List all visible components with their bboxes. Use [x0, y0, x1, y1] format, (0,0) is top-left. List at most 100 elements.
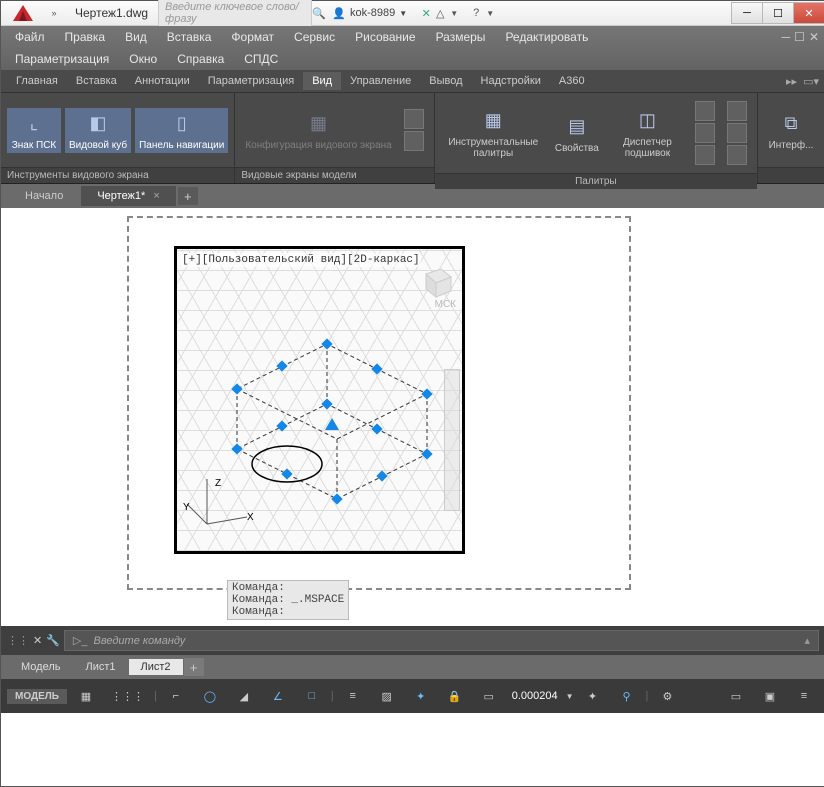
palette-icon[interactable]	[695, 123, 715, 143]
viewport-config-button[interactable]: ▦Конфигурация видового экрана	[241, 108, 395, 153]
otrack-icon[interactable]: □	[297, 684, 327, 708]
qat: »	[45, 4, 63, 22]
sheetset-button[interactable]: ◫Диспетчер подшивок	[608, 105, 687, 161]
ortho-icon[interactable]: ⌐	[161, 684, 191, 708]
rtab-annotate[interactable]: Аннотации	[126, 72, 199, 90]
maximize-button[interactable]: ☐	[762, 2, 794, 24]
close-icon[interactable]: ×	[153, 190, 159, 202]
menu-dimensions[interactable]: Размеры	[426, 26, 496, 48]
palette-icon[interactable]	[727, 101, 747, 121]
menu-draw[interactable]: Рисование	[345, 26, 425, 48]
snap-icon[interactable]: ⋮⋮⋮	[105, 684, 150, 708]
annoscale-icon[interactable]: ⚲	[612, 684, 642, 708]
user-area[interactable]: 👤 kok-8989 ▼	[332, 6, 407, 20]
ribbon: Главная Вставка Аннотации Параметризация…	[1, 70, 824, 184]
workspace-icon[interactable]: ⚙	[652, 684, 682, 708]
layout-tab-sheet1[interactable]: Лист1	[73, 659, 127, 675]
new-drawing-button[interactable]: +	[178, 187, 198, 205]
rtab-overflow-icon[interactable]: ▸▸	[786, 75, 797, 88]
new-layout-button[interactable]: +	[184, 658, 204, 676]
menu-view[interactable]: Вид	[115, 26, 157, 48]
isodraft-icon[interactable]: ◢	[229, 684, 259, 708]
mdi-restore-icon[interactable]: ☐	[794, 30, 805, 44]
layout-tab-sheet2[interactable]: Лист2	[129, 659, 183, 675]
move-gizmo-icon[interactable]	[325, 418, 339, 430]
lock-icon[interactable]: 🔒	[440, 684, 470, 708]
scale-icon[interactable]: ▭	[474, 684, 504, 708]
rtab-parametric[interactable]: Параметризация	[199, 72, 303, 90]
rtab-view[interactable]: Вид	[303, 72, 341, 90]
doctab-start[interactable]: Начало	[9, 186, 79, 206]
cmd-grip-icon[interactable]: ⋮⋮	[7, 634, 29, 647]
monitor-icon[interactable]: ▭	[721, 684, 751, 708]
panel-label[interactable]: Инструменты видового экрана	[1, 167, 234, 183]
model-space-toggle[interactable]: МОДЕЛЬ	[7, 689, 67, 704]
restore-viewport-icon[interactable]	[404, 131, 424, 151]
rtab-addins[interactable]: Надстройки	[472, 72, 550, 90]
search-input[interactable]: Введите ключевое слово/фразу	[158, 0, 312, 28]
menu-spds[interactable]: СПДС	[234, 48, 288, 70]
tool-palettes-button[interactable]: ▦Инструментальные палитры	[441, 105, 546, 161]
cloud-icon[interactable]: △	[433, 6, 447, 20]
minimize-button[interactable]: ─	[731, 2, 763, 24]
osnap-icon[interactable]: ∠	[263, 684, 293, 708]
palette-icon[interactable]	[727, 123, 747, 143]
menu-help[interactable]: Справка	[167, 48, 234, 70]
panel-label[interactable]	[758, 167, 824, 183]
menu-parametric[interactable]: Параметризация	[5, 48, 119, 70]
properties-button[interactable]: ▤Свойства	[550, 111, 604, 156]
palette-icon[interactable]	[695, 145, 715, 165]
ucs-icon-button[interactable]: ⌞Знак ПСК	[7, 108, 61, 153]
menu-format[interactable]: Формат	[221, 26, 284, 48]
cmd-recent-icon[interactable]: ▴	[804, 634, 810, 647]
nav-bar-button[interactable]: ▯Панель навигации	[135, 108, 228, 153]
nav-bar[interactable]	[444, 369, 460, 511]
annotation-icon[interactable]: ✦	[578, 684, 608, 708]
view-cube-button[interactable]: ◧Видовой куб	[65, 108, 131, 153]
transparency-icon[interactable]: ▨	[372, 684, 402, 708]
cmd-tools-icon[interactable]: 🔧	[46, 634, 60, 647]
dropdown-icon[interactable]: ▼	[566, 692, 574, 701]
menu-modify[interactable]: Редактировать	[495, 26, 598, 48]
exchange-icon[interactable]: ✕	[419, 6, 433, 20]
close-button[interactable]: ✕	[793, 2, 824, 24]
drawing-area[interactable]: [+][Пользовательский вид][2D-каркас] МСК…	[1, 208, 824, 626]
menu-file[interactable]: Файл	[5, 26, 55, 48]
interface-button[interactable]: ⧉Интерф...	[764, 108, 818, 153]
cleanscreen-icon[interactable]: ▣	[755, 684, 785, 708]
viewport-scale[interactable]: 0.000204	[508, 690, 562, 702]
cmd-close-icon[interactable]: ✕	[33, 634, 42, 647]
menu-edit[interactable]: Правка	[55, 26, 116, 48]
rtab-home[interactable]: Главная	[7, 72, 67, 90]
panel-label[interactable]: Палитры	[435, 173, 757, 189]
polar-icon[interactable]: ◯	[195, 684, 225, 708]
rtab-panel-icon[interactable]: ▭▾	[803, 75, 819, 88]
menu-window[interactable]: Окно	[119, 48, 167, 70]
dropdown-icon[interactable]: ▼	[483, 6, 497, 20]
lineweight-icon[interactable]: ≡	[338, 684, 368, 708]
rtab-a360[interactable]: A360	[550, 72, 594, 90]
viewport[interactable]: [+][Пользовательский вид][2D-каркас] МСК…	[174, 246, 465, 554]
rtab-insert[interactable]: Вставка	[67, 72, 126, 90]
palette-icon[interactable]	[727, 145, 747, 165]
dropdown-icon[interactable]: ▼	[447, 6, 461, 20]
palette-icon[interactable]	[695, 101, 715, 121]
menu-insert[interactable]: Вставка	[157, 26, 222, 48]
doctab-drawing[interactable]: Чертеж1*×	[81, 186, 175, 206]
join-viewport-icon[interactable]	[404, 109, 424, 129]
rtab-manage[interactable]: Управление	[341, 72, 420, 90]
grid-icon[interactable]: ▦	[71, 684, 101, 708]
qat-expand-icon[interactable]: »	[45, 4, 63, 22]
search-icon[interactable]: 🔍	[312, 6, 326, 20]
layout-tab-model[interactable]: Модель	[9, 659, 72, 675]
menu-service[interactable]: Сервис	[284, 26, 345, 48]
cycling-icon[interactable]: ✦	[406, 684, 436, 708]
mdi-minimize-icon[interactable]: ─	[782, 30, 791, 44]
help-icon[interactable]: ?	[469, 6, 483, 20]
panel-label[interactable]: Видовые экраны модели	[235, 167, 433, 183]
customize-icon[interactable]: ≡	[789, 684, 819, 708]
command-input[interactable]: ▷_ Введите команду ▴	[64, 630, 819, 651]
mdi-close-icon[interactable]: ✕	[809, 30, 819, 44]
app-logo[interactable]	[5, 1, 41, 25]
rtab-output[interactable]: Вывод	[420, 72, 471, 90]
